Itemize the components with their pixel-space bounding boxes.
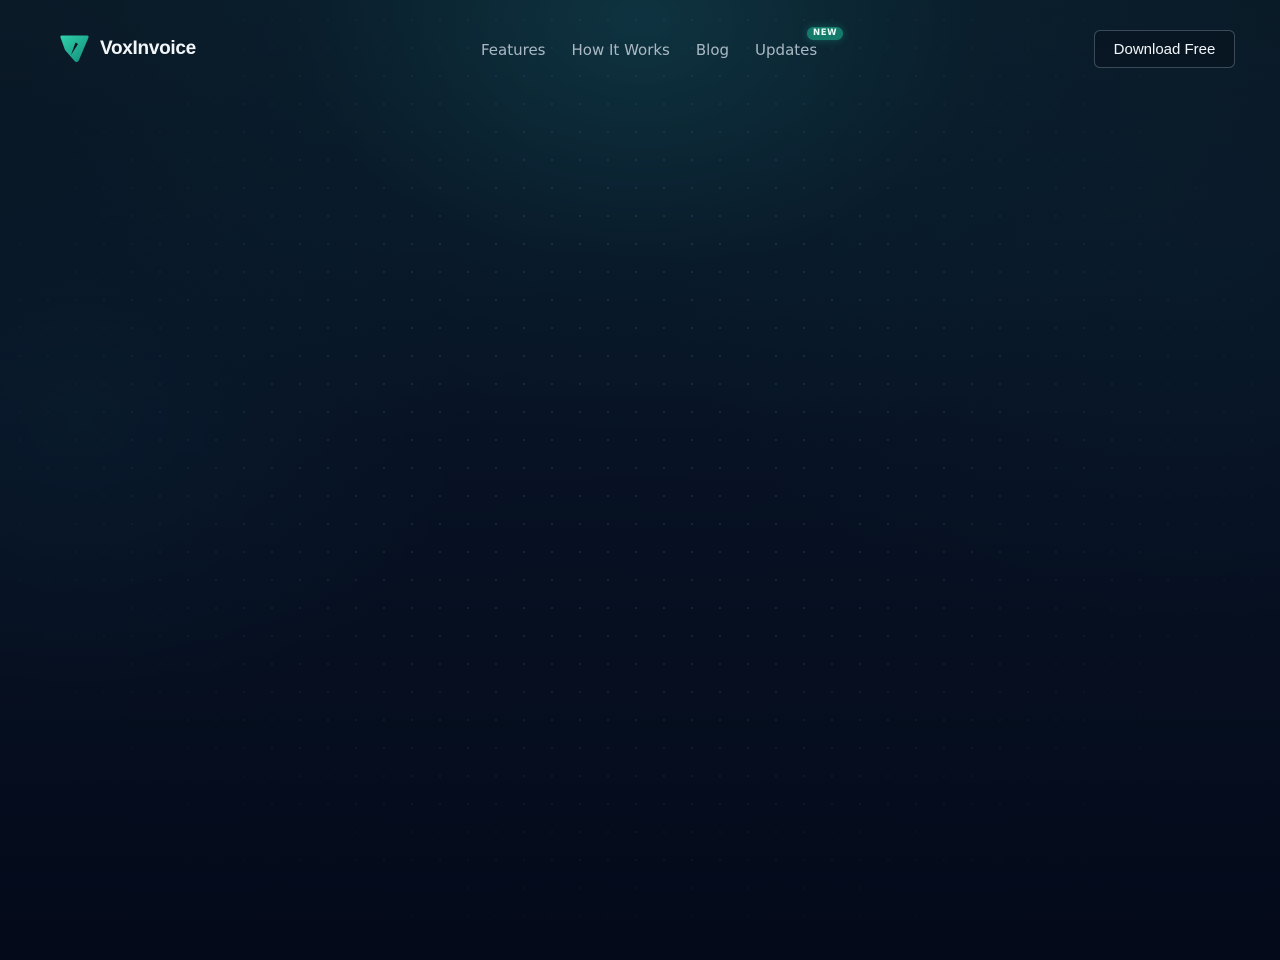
- nav-link-features[interactable]: Features: [481, 38, 546, 62]
- voxinvoice-logo-icon: [60, 35, 89, 62]
- new-badge: NEW: [807, 27, 844, 40]
- download-free-button[interactable]: Download Free: [1094, 30, 1235, 68]
- nav-link-blog[interactable]: Blog: [696, 38, 729, 62]
- nav-link-updates-label: Updates: [755, 41, 818, 59]
- brand-name: VoxInvoice: [100, 38, 196, 59]
- nav-link-how-it-works[interactable]: How It Works: [572, 38, 670, 62]
- primary-nav-links: Features How It Works Blog Updates NEW: [481, 27, 844, 62]
- brand-home-link[interactable]: VoxInvoice: [59, 34, 196, 64]
- nav-link-updates[interactable]: Updates NEW: [755, 27, 844, 62]
- top-navigation-bar: VoxInvoice Features How It Works Blog Up…: [0, 0, 1280, 100]
- dot-grid-pattern: [0, 0, 1280, 960]
